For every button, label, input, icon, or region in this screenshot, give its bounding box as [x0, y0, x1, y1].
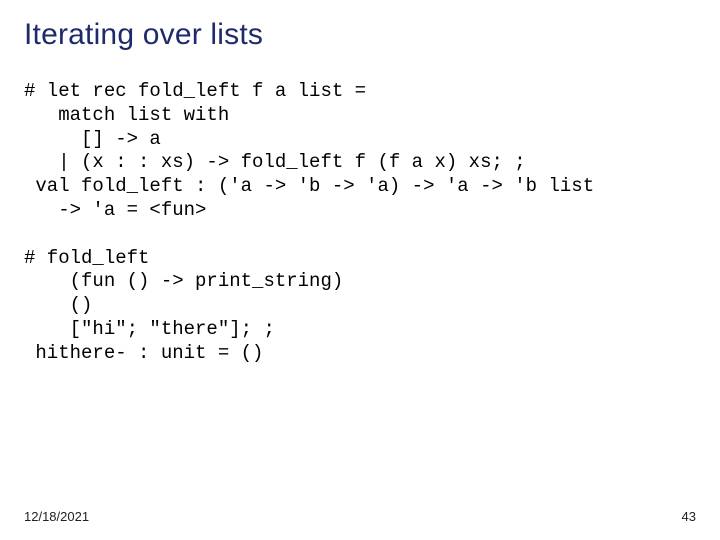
slide-title: Iterating over lists	[24, 18, 696, 52]
code-block-example: # fold_left (fun () -> print_string) () …	[24, 247, 696, 366]
footer-date: 12/18/2021	[24, 509, 89, 524]
code-block-definition: # let rec fold_left f a list = match lis…	[24, 80, 696, 223]
slide: Iterating over lists # let rec fold_left…	[0, 0, 720, 540]
footer-page-number: 43	[682, 509, 696, 524]
footer: 12/18/2021 43	[24, 509, 696, 524]
